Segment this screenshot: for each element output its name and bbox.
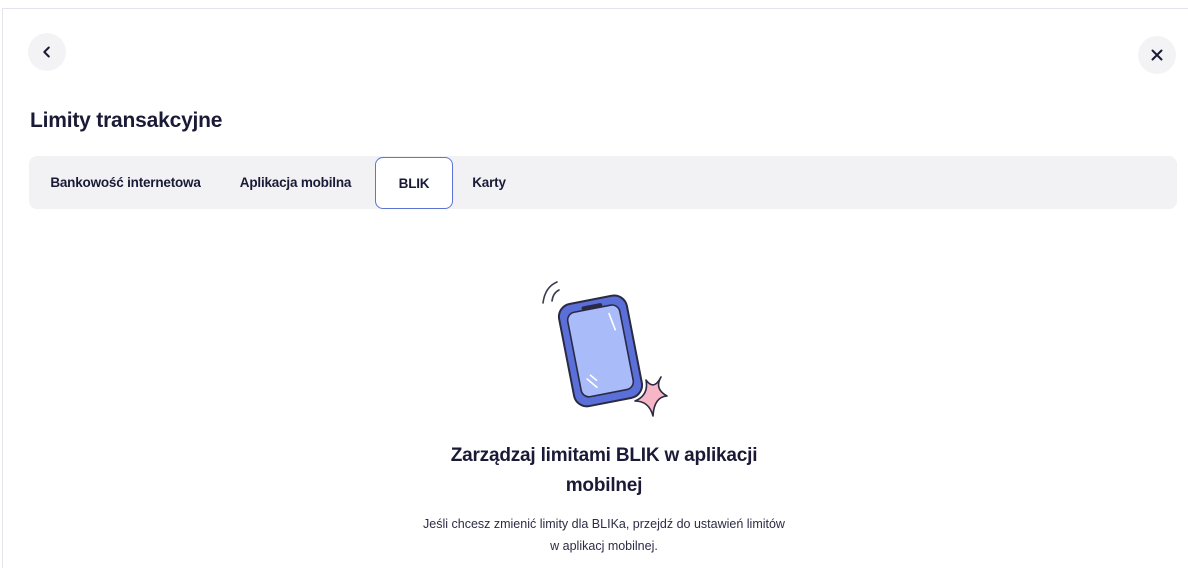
empty-state-title: Zarządzaj limitami BLIK w aplikacji mobi…	[450, 445, 758, 496]
close-button[interactable]	[1138, 36, 1176, 74]
tab-mobile-app[interactable]: Aplikacja mobilna	[222, 156, 369, 209]
tab-cards[interactable]: Karty	[461, 156, 517, 209]
chevron-left-icon	[43, 46, 50, 58]
tab-internet-banking[interactable]: Bankowość internetowa	[37, 156, 214, 209]
close-icon	[1151, 49, 1163, 61]
limits-panel: Limity transakcyjne Bankowość internetow…	[2, 8, 1188, 568]
phone-sparkle-illustration	[542, 281, 668, 417]
tab-blik[interactable]: BLIK	[375, 157, 453, 209]
empty-state-description: Jeśli chcesz zmienić limity dla BLIKa, p…	[423, 517, 785, 553]
page-title: Limity transakcyjne	[30, 109, 223, 132]
back-button[interactable]	[28, 33, 66, 71]
tab-bar: Bankowość internetowa Aplikacja mobilna …	[29, 156, 1177, 209]
